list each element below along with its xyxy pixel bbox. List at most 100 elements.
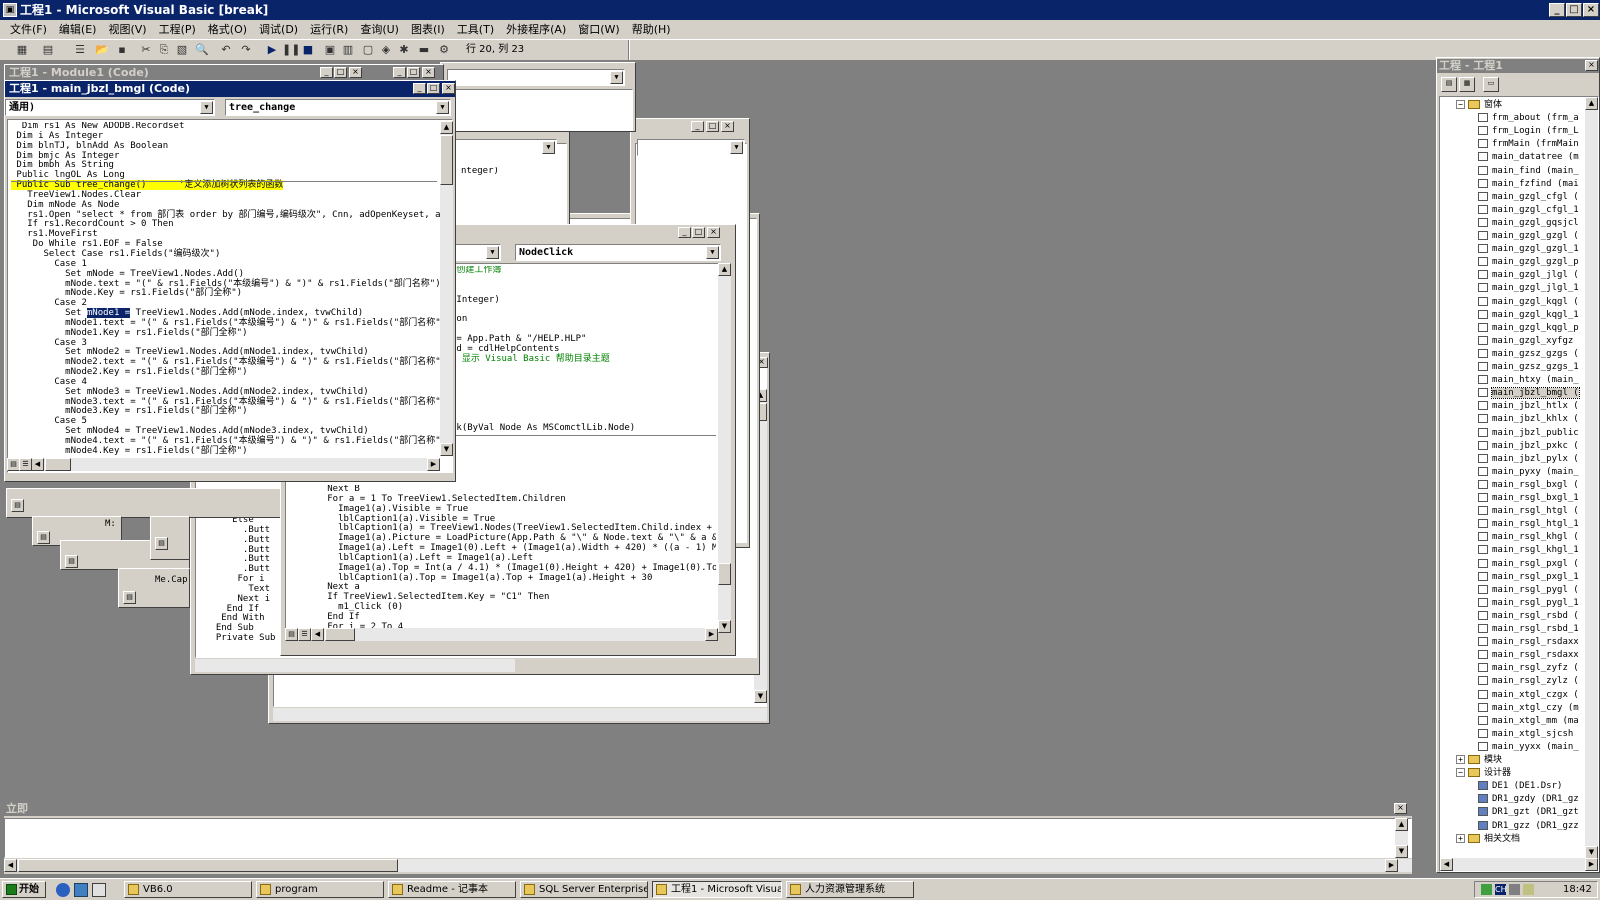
minimized-window-1[interactable]: ▤ (6, 488, 286, 518)
tree-item-form[interactable]: main_gzgl_kqgl ( (1478, 296, 1579, 309)
vertical-scrollbar[interactable]: ▲ ▼ (718, 263, 731, 633)
data-view-icon[interactable]: ▬ (416, 42, 432, 58)
outlook-icon[interactable] (74, 883, 88, 897)
tree-item-form[interactable]: main_gzsz_gzgs ( (1478, 348, 1579, 361)
tree-item-form[interactable]: main_yyxx (main_ (1478, 741, 1579, 754)
horizontal-scrollbar[interactable]: ◀ ▶ (31, 458, 440, 471)
menu-item[interactable]: 查询(U) (354, 20, 405, 39)
input-method-icon[interactable]: CH (1495, 884, 1507, 895)
scroll-right-icon[interactable]: ▶ (427, 458, 440, 471)
form-layout-icon[interactable]: ▢ (360, 42, 376, 58)
tree-item-form[interactable]: main_gzgl_xyfgz (1478, 335, 1573, 348)
properties-icon[interactable]: ▥ (340, 42, 356, 58)
vb-app-icon[interactable]: ▣ (3, 3, 17, 17)
menu-item[interactable]: 运行(R) (304, 20, 354, 39)
scroll-up-icon[interactable]: ▲ (440, 121, 453, 134)
menu-item[interactable]: 格式(O) (202, 20, 253, 39)
find-icon[interactable]: 🔍 (194, 42, 210, 58)
tree-item-form[interactable]: main_rsgl_khgl ( (1478, 531, 1579, 544)
start-button[interactable]: 开始 (2, 881, 46, 898)
horizontal-scrollbar[interactable]: ◀ ▶ (311, 628, 718, 641)
tree-item-designer[interactable]: DR1_gzdy (DR1_gz (1478, 793, 1579, 806)
horizontal-scrollbar[interactable]: ◀ ▶ (1440, 858, 1598, 871)
stop-icon[interactable]: ■ (300, 42, 316, 58)
collapse-icon[interactable]: − (1456, 100, 1465, 109)
open-icon[interactable]: 📂 (94, 42, 110, 58)
close-icon[interactable]: × (1585, 60, 1598, 71)
app-title-bar[interactable]: ▣ 工程1 - Microsoft Visual Basic [break] _… (0, 0, 1600, 20)
tree-item-form[interactable]: main_xtgl_czgx ( (1478, 689, 1579, 702)
network-icon[interactable] (1481, 884, 1492, 895)
tree-folder-modules[interactable]: + 模块 (1456, 754, 1502, 767)
tree-item-form[interactable]: main_gzgl_cfgl ( (1478, 191, 1579, 204)
sql-agent-icon[interactable] (1523, 884, 1534, 895)
tree-item-form[interactable]: main_xtgl_mm (ma (1478, 715, 1579, 728)
code-window-back-6[interactable]: ▼ (440, 62, 636, 132)
tree-item-form[interactable]: frm_Login (frm_L (1478, 125, 1579, 138)
tree-item-form[interactable]: main_rsgl_rsbd_1 (1478, 623, 1579, 636)
close-icon[interactable]: × (1394, 803, 1407, 814)
tree-item-form[interactable]: main_gzgl_kqgl_1 (1478, 309, 1579, 322)
add-form-icon[interactable]: ▤ (40, 42, 56, 58)
scroll-down-icon[interactable]: ▼ (718, 620, 731, 633)
procedure-combo[interactable]: NodeClick ▼ (515, 244, 721, 261)
expand-icon[interactable]: + (1456, 833, 1465, 843)
vertical-scrollbar[interactable]: ▲ ▼ (1585, 97, 1598, 859)
scroll-down-icon[interactable]: ▼ (440, 443, 453, 456)
tree-item-form[interactable]: main_rsgl_rsdaxx (1478, 636, 1579, 649)
tree-item-form[interactable]: main_gzgl_kqgl_p (1478, 322, 1579, 335)
tree-item-form[interactable]: main_gzsz_gzgs_1 (1478, 361, 1579, 374)
tree-item-form[interactable]: main_gzgl_gzgl ( (1478, 230, 1579, 243)
close-icon[interactable]: × (721, 121, 734, 132)
main-code-window[interactable]: 工程1 - main_jbzl_bmgl (Code) _ □ × 通用) ▼ t… (4, 80, 456, 482)
close-icon[interactable]: × (707, 227, 720, 238)
code-editor-bottom[interactable]: Next B For a = 1 To TreeView1.SelectedIt… (311, 485, 716, 635)
back-code-text[interactable]: Else .Butt .Butt .Butt .Butt .Butt For i… (205, 516, 287, 650)
main-code-text[interactable]: Dim rs1 As New ADODB.Recordset Dim i As … (11, 122, 445, 464)
add-project-icon[interactable]: ▦ (14, 42, 30, 58)
minimize-icon[interactable]: _ (691, 121, 704, 132)
restore-icon[interactable]: □ (706, 121, 719, 132)
tree-item-form[interactable]: main_rsgl_zyfz ( (1478, 662, 1579, 675)
tree-item-form[interactable]: main_rsgl_zylz ( (1478, 675, 1579, 688)
menu-item[interactable]: 窗口(W) (572, 20, 625, 39)
restore-icon[interactable]: □ (427, 83, 440, 94)
volume-icon[interactable] (1509, 884, 1520, 895)
internet-explorer-icon[interactable] (56, 883, 70, 897)
tree-item-form[interactable]: main_xtgl_sjcsh (1478, 728, 1573, 741)
tree-item-form[interactable]: main_rsgl_pxgl_1 (1478, 571, 1579, 584)
minimize-icon[interactable]: _ (393, 67, 406, 78)
minimize-icon[interactable]: _ (413, 83, 426, 94)
tree-item-designer[interactable]: DE1 (DE1.Dsr) (1478, 780, 1562, 793)
tree-item-form[interactable]: main_rsgl_rsdaxx (1478, 649, 1579, 662)
procedure-view-icon[interactable]: ▤ (285, 628, 298, 641)
close-icon[interactable]: × (422, 67, 435, 78)
horizontal-scrollbar[interactable]: ◀ ▶ (4, 859, 1412, 872)
tree-item-form[interactable]: main_jbzl_htlx ( (1478, 400, 1579, 413)
menu-editor-icon[interactable]: ☰ (72, 42, 88, 58)
object-combo[interactable]: ▼ (451, 244, 501, 261)
restore-icon[interactable]: □ (692, 227, 705, 238)
tree-item-form[interactable]: main_find (main_ (1478, 165, 1579, 178)
menu-item[interactable]: 帮助(H) (626, 20, 677, 39)
view-code-icon[interactable]: ▤ (1441, 77, 1457, 92)
tree-item-form[interactable]: main_rsgl_bxgl_1 (1478, 492, 1579, 505)
menu-item[interactable]: 调试(D) (253, 20, 304, 39)
tree-item-form[interactable]: main_rsgl_pxgl ( (1478, 558, 1579, 571)
maximize-button[interactable]: □ (1566, 3, 1582, 17)
project-tree[interactable]: − 窗体 frm_about (frm_a frm_Login (frm_L frmMa… (1439, 96, 1599, 872)
vertical-scrollbar[interactable]: ▲ ▼ (440, 121, 453, 456)
scroll-up-icon[interactable]: ▲ (718, 263, 731, 276)
taskbar-button[interactable]: 人力资源管理系统 (786, 881, 914, 898)
tree-item-form[interactable]: main_xtgl_czy (m (1478, 702, 1579, 715)
minimize-button[interactable]: _ (1549, 3, 1565, 17)
minimize-icon[interactable]: _ (320, 67, 333, 78)
tree-item-form[interactable]: main_fzfind (mai (1478, 178, 1579, 191)
scroll-thumb[interactable] (440, 135, 453, 185)
tree-item-form[interactable]: main_rsgl_pygl ( (1478, 584, 1579, 597)
tree-item-form[interactable]: main_rsgl_rsbd ( (1478, 610, 1579, 623)
redo-icon[interactable]: ↷ (238, 42, 254, 58)
tree-folder-designers[interactable]: − 设计器 (1456, 767, 1511, 780)
tree-item-form[interactable]: main_gzgl_jlgl ( (1478, 269, 1579, 282)
menu-item[interactable]: 工具(T) (451, 20, 500, 39)
